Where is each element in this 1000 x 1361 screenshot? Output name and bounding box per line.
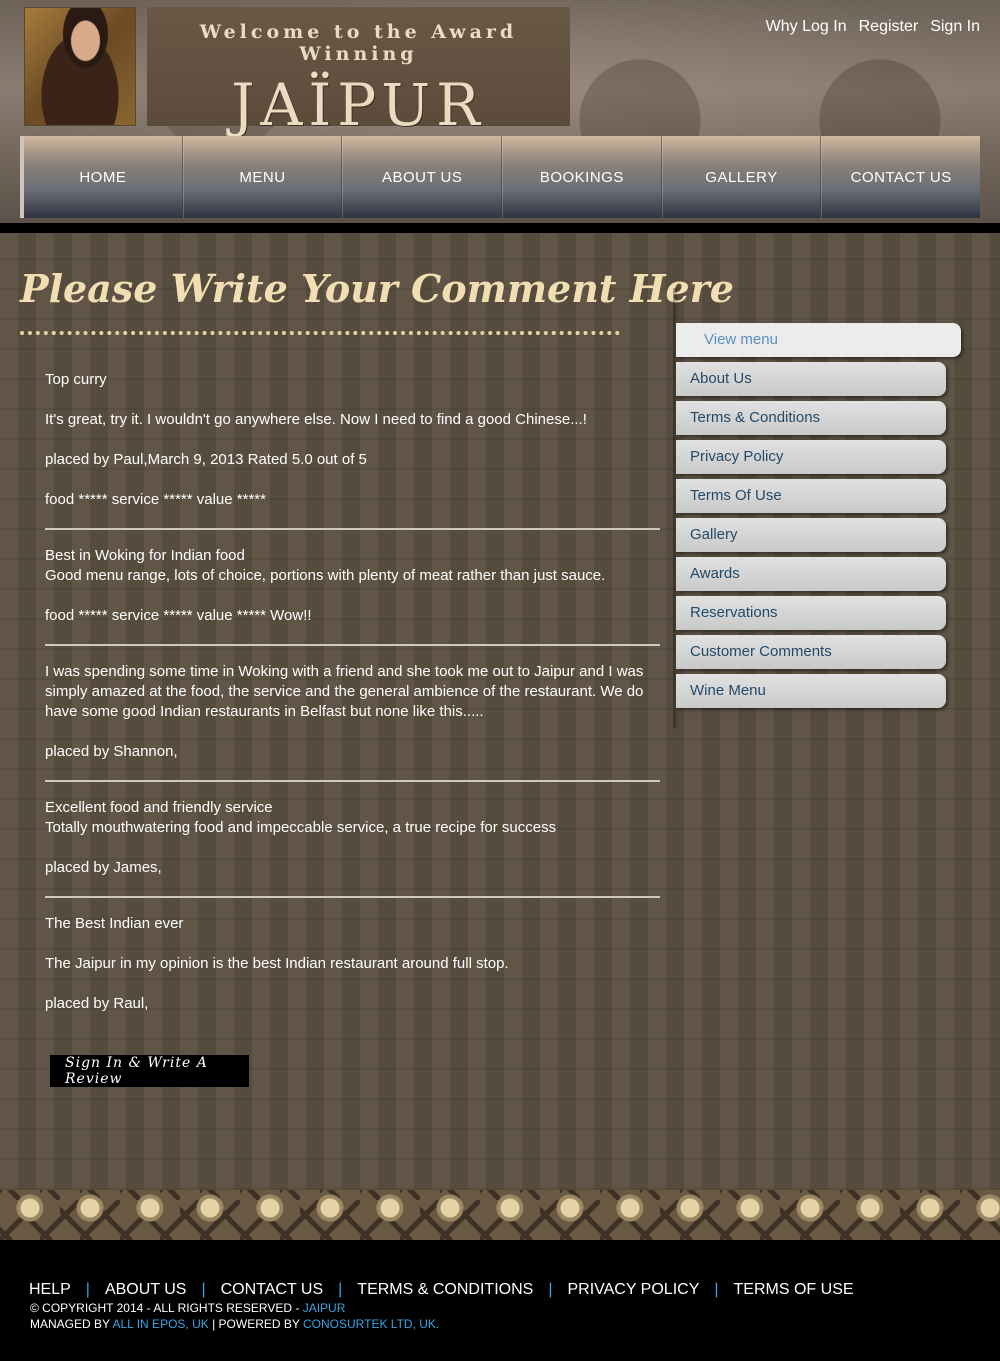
nav-menu[interactable]: MENU [182, 136, 343, 218]
comment-line: It's great, try it. I wouldn't go anywhe… [45, 411, 587, 428]
nav-contact-us[interactable]: CONTACT US [821, 136, 980, 218]
sidebar-item-privacy-policy[interactable]: Privacy Policy [676, 440, 946, 474]
copyright-text: © COPYRIGHT 2014 - ALL RIGHTS RESERVED - [30, 1301, 303, 1315]
footer-separator: | [714, 1281, 719, 1298]
sidebar-item-view-menu[interactable]: View menu [676, 323, 961, 357]
comment-line: Good menu range, lots of choice, portion… [45, 567, 606, 584]
sidebar-item-terms-of-use[interactable]: Terms Of Use [676, 479, 946, 513]
comment-item: Top curry It's great, try it. I wouldn't… [45, 370, 660, 510]
sidebar-item-awards[interactable]: Awards [676, 557, 946, 591]
register-link[interactable]: Register [859, 18, 919, 36]
comment-line: I was spending some time in Woking with … [45, 663, 644, 720]
sidebar-item-terms-conditions[interactable]: Terms & Conditions [676, 401, 946, 435]
page-title: Please Write Your Comment Here [20, 266, 734, 311]
account-links: Why Log In Register Sign In [766, 18, 980, 36]
footer-nav: HELP | ABOUT US | CONTACT US | TERMS & C… [29, 1281, 854, 1299]
copyright-link[interactable]: JAIPUR [303, 1301, 346, 1315]
comment-divider [45, 528, 660, 530]
nav-bookings[interactable]: BOOKINGS [502, 136, 662, 218]
comment-line: Best in Woking for Indian food [45, 547, 245, 564]
comment-line: The Jaipur in my opinion is the best Ind… [45, 955, 509, 972]
comment-divider [45, 644, 660, 646]
footer-link-about-us[interactable]: ABOUT US [105, 1281, 187, 1299]
comment-item: The Best Indian ever The Jaipur in my op… [45, 914, 660, 1014]
comment-item: Best in Woking for Indian food Good menu… [45, 546, 660, 626]
comment-item: Excellent food and friendly service Tota… [45, 798, 660, 878]
footer-link-terms-of-use[interactable]: TERMS OF USE [734, 1281, 854, 1299]
header-divider [0, 223, 1000, 233]
sidebar-item-about-us[interactable]: About Us [676, 362, 946, 396]
footer-separator: | [201, 1281, 206, 1298]
footer-separator: | [338, 1281, 343, 1298]
sidebar-item-customer-comments[interactable]: Customer Comments [676, 635, 946, 669]
comment-divider [45, 896, 660, 898]
footer-link-contact-us[interactable]: CONTACT US [221, 1281, 324, 1299]
nav-about-us[interactable]: ABOUT US [342, 136, 503, 218]
sidebar-item-gallery[interactable]: Gallery [676, 518, 946, 552]
site-header: Welcome to the Award Winning JAÏPUR Why … [0, 0, 1000, 223]
powered-text: | POWERED BY [208, 1317, 303, 1331]
comment-line: placed by Raul, [45, 995, 149, 1012]
comment-divider [45, 780, 660, 782]
comment-line: placed by Paul,March 9, 2013 Rated 5.0 o… [45, 451, 367, 468]
why-log-in-link[interactable]: Why Log In [766, 18, 847, 36]
sign-in-link[interactable]: Sign In [930, 18, 980, 36]
site-logo[interactable]: Welcome to the Award Winning JAÏPUR [147, 7, 570, 139]
site-footer: HELP | ABOUT US | CONTACT US | TERMS & C… [0, 1240, 1000, 1361]
comment-line: placed by Shannon, [45, 743, 178, 760]
footer-separator: | [85, 1281, 90, 1298]
logo-photo [24, 7, 136, 126]
footer-link-terms-conditions[interactable]: TERMS & CONDITIONS [357, 1281, 533, 1299]
main-nav: HOME MENU ABOUT US BOOKINGS GALLERY CONT… [20, 136, 980, 218]
footer-link-privacy-policy[interactable]: PRIVACY POLICY [567, 1281, 699, 1299]
comment-line: Excellent food and friendly service [45, 799, 273, 816]
sidebar-item-reservations[interactable]: Reservations [676, 596, 946, 630]
sidebar-menu: View menu About Us Terms & Conditions Pr… [676, 323, 962, 713]
credits-line: MANAGED BY ALL IN EPOS, UK | POWERED BY … [30, 1317, 439, 1331]
comment-line: Top curry [45, 371, 107, 388]
footer-link-help[interactable]: HELP [29, 1281, 71, 1299]
nav-home[interactable]: HOME [24, 136, 183, 218]
comment-line: Totally mouthwatering food and impeccabl… [45, 819, 557, 836]
comment-line: The Best Indian ever [45, 915, 184, 932]
title-divider [20, 331, 620, 335]
managed-text: MANAGED BY [30, 1317, 113, 1331]
logo-welcome-text: Welcome to the Award Winning [199, 21, 518, 65]
copyright-line: © COPYRIGHT 2014 - ALL RIGHTS RESERVED -… [30, 1301, 345, 1315]
managed-by-link[interactable]: ALL IN EPOS, UK [112, 1317, 208, 1331]
sign-in-write-review-button[interactable]: Sign In & Write A Review [50, 1055, 249, 1087]
main-content: Please Write Your Comment Here Top curry… [0, 233, 1000, 1190]
footer-separator: | [548, 1281, 553, 1298]
comment-line: placed by James, [45, 859, 162, 876]
powered-by-link[interactable]: CONOSURTEK LTD, UK. [303, 1317, 439, 1331]
nav-gallery[interactable]: GALLERY [661, 136, 822, 218]
decorative-border [0, 1190, 1000, 1240]
comment-item: I was spending some time in Woking with … [45, 662, 660, 762]
sidebar-item-wine-menu[interactable]: Wine Menu [676, 674, 946, 708]
logo-name-text: JAÏPUR [231, 71, 486, 139]
comments-list: Top curry It's great, try it. I wouldn't… [45, 370, 660, 1014]
comment-line: food ***** service ***** value ***** [45, 491, 266, 508]
comment-line: food ***** service ***** value ***** Wow… [45, 607, 312, 624]
